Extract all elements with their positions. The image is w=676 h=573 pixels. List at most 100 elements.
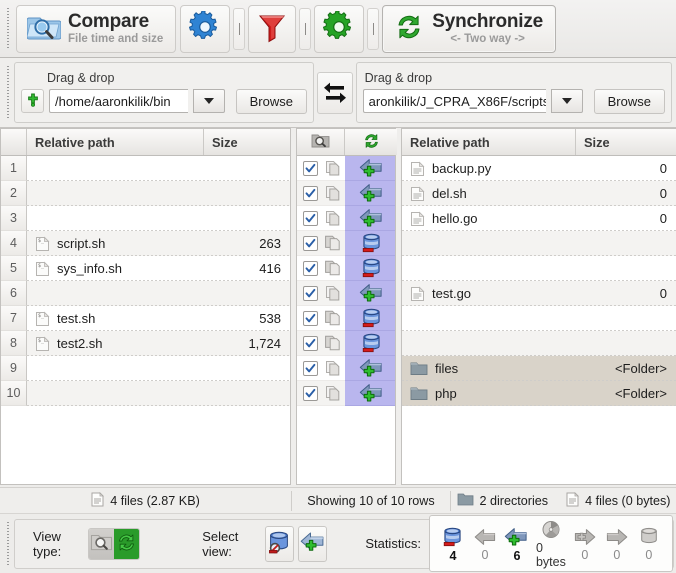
filter-button[interactable] xyxy=(248,5,296,53)
sync-direction-cell[interactable] xyxy=(345,356,395,381)
right-browse-button[interactable]: Browse xyxy=(594,89,665,114)
table-row[interactable] xyxy=(402,256,676,281)
right-header-size[interactable]: Size xyxy=(576,129,676,155)
sync-row[interactable] xyxy=(297,156,395,181)
statistic-arrow-right: 0 xyxy=(601,527,633,562)
sync-row[interactable] xyxy=(297,306,395,331)
table-row[interactable]: 9 xyxy=(1,356,290,381)
copy-left-plus-icon xyxy=(359,382,384,404)
sync-direction-cell[interactable] xyxy=(345,306,395,331)
table-row[interactable]: test.go0 xyxy=(402,281,676,306)
sync-direction-cell[interactable] xyxy=(345,181,395,206)
sync-row[interactable] xyxy=(297,231,395,256)
right-grid-rows[interactable]: backup.py0 del.sh0 hello.go0 test.go0 fi… xyxy=(402,156,676,484)
sync-row[interactable] xyxy=(297,331,395,356)
table-row[interactable]: 8 $_ test2.sh1,724 xyxy=(1,331,290,356)
table-row[interactable]: 5 $_ sys_info.sh416 xyxy=(1,256,290,281)
file-icon xyxy=(410,186,425,202)
row-body xyxy=(27,206,290,231)
table-row[interactable]: 4 $_ script.sh263 xyxy=(1,231,290,256)
table-row[interactable] xyxy=(402,331,676,356)
select-view-delete-button[interactable] xyxy=(265,526,294,562)
table-row[interactable] xyxy=(402,306,676,331)
row-include-checkbox[interactable] xyxy=(303,186,318,201)
left-grid-rows[interactable]: 1234 $_ script.sh2635 $_ sys_info.sh4166… xyxy=(1,156,290,484)
row-include-checkbox[interactable] xyxy=(303,211,318,226)
table-row[interactable]: 3 xyxy=(1,206,290,231)
sync-row[interactable] xyxy=(297,356,395,381)
center-header-sync[interactable] xyxy=(345,129,397,155)
compare-settings-button[interactable] xyxy=(180,5,230,53)
svg-text:$_: $_ xyxy=(38,338,45,344)
sync-row[interactable] xyxy=(297,181,395,206)
file-name-cell: $_ script.sh xyxy=(27,236,204,252)
sync-row[interactable] xyxy=(297,281,395,306)
sync-row-controls xyxy=(297,356,345,381)
left-folder-add-button[interactable] xyxy=(21,89,44,113)
center-sync-grid xyxy=(296,128,396,485)
row-include-checkbox[interactable] xyxy=(303,261,318,276)
folder-pair-gripper[interactable] xyxy=(4,62,12,123)
sync-direction-cell[interactable] xyxy=(345,156,395,181)
sync-direction-cell[interactable] xyxy=(345,331,395,356)
delete-left-icon xyxy=(360,232,383,254)
comparison-grids: Relative path Size 1234 $_ script.sh2635… xyxy=(0,128,676,485)
right-path-input[interactable]: aronkilik/J_CPRA_X86F/scripts xyxy=(363,89,546,113)
sync-direction-cell[interactable] xyxy=(345,206,395,231)
svg-text:$_: $_ xyxy=(38,313,45,319)
sync-settings-button[interactable] xyxy=(314,5,364,53)
view-type-compare-button[interactable] xyxy=(89,529,114,559)
right-header-relative-path[interactable]: Relative path xyxy=(402,129,576,155)
view-type-sync-button[interactable] xyxy=(114,529,139,559)
synchronize-button-subtitle: <- Two way -> xyxy=(432,33,543,45)
row-include-checkbox[interactable] xyxy=(303,236,318,251)
table-row[interactable]: 1 xyxy=(1,156,290,181)
sync-row[interactable] xyxy=(297,381,395,406)
sync-direction-cell[interactable] xyxy=(345,256,395,281)
table-row[interactable]: files<Folder> xyxy=(402,356,676,381)
file-name-text: hello.go xyxy=(432,211,478,226)
table-row[interactable]: del.sh0 xyxy=(402,181,676,206)
select-view-copy-left-button[interactable] xyxy=(298,526,327,562)
synchronize-button[interactable]: Synchronize <- Two way -> xyxy=(382,5,556,53)
table-row[interactable]: 10 xyxy=(1,381,290,406)
table-row[interactable]: 6 xyxy=(1,281,290,306)
sync-row[interactable] xyxy=(297,206,395,231)
row-include-checkbox[interactable] xyxy=(303,311,318,326)
table-row[interactable] xyxy=(402,231,676,256)
center-header-compare[interactable] xyxy=(297,129,345,155)
row-include-checkbox[interactable] xyxy=(303,336,318,351)
left-header-size[interactable]: Size xyxy=(204,129,290,155)
toolbar-separator-1 xyxy=(233,8,245,50)
toolbar-gripper[interactable] xyxy=(4,4,12,53)
right-path-dropdown[interactable] xyxy=(551,89,583,113)
left-header-relative-path[interactable]: Relative path xyxy=(27,129,204,155)
freefilesync-window: Compare File time and size xyxy=(0,0,676,573)
row-include-checkbox[interactable] xyxy=(303,361,318,376)
green-plug-icon xyxy=(26,93,40,110)
table-row[interactable]: hello.go0 xyxy=(402,206,676,231)
sync-row-controls xyxy=(297,331,345,356)
left-browse-button[interactable]: Browse xyxy=(236,89,307,114)
swap-sides-button[interactable] xyxy=(317,72,353,114)
sync-row[interactable] xyxy=(297,256,395,281)
table-row[interactable]: backup.py0 xyxy=(402,156,676,181)
table-row[interactable]: php<Folder> xyxy=(402,381,676,406)
row-body xyxy=(402,331,676,356)
sync-direction-cell[interactable] xyxy=(345,381,395,406)
sync-direction-cell[interactable] xyxy=(345,231,395,256)
compare-button[interactable]: Compare File time and size xyxy=(16,5,176,53)
left-path-dropdown[interactable] xyxy=(193,89,225,113)
bottom-bar-gripper[interactable] xyxy=(4,518,12,569)
table-row[interactable]: 7 $_ test.sh538 xyxy=(1,306,290,331)
table-row[interactable]: 2 xyxy=(1,181,290,206)
sync-direction-cell[interactable] xyxy=(345,281,395,306)
select-view-label: Select view: xyxy=(202,529,255,559)
statistic-value: 0 xyxy=(613,548,620,562)
row-include-checkbox[interactable] xyxy=(303,161,318,176)
center-grid-rows[interactable] xyxy=(297,156,395,484)
left-path-input[interactable]: /home/aaronkilik/bin xyxy=(49,89,188,113)
row-include-checkbox[interactable] xyxy=(303,286,318,301)
row-include-checkbox[interactable] xyxy=(303,386,318,401)
left-folder-pane: Drag & drop /home/aaronkilik/bin Browse xyxy=(14,62,314,123)
